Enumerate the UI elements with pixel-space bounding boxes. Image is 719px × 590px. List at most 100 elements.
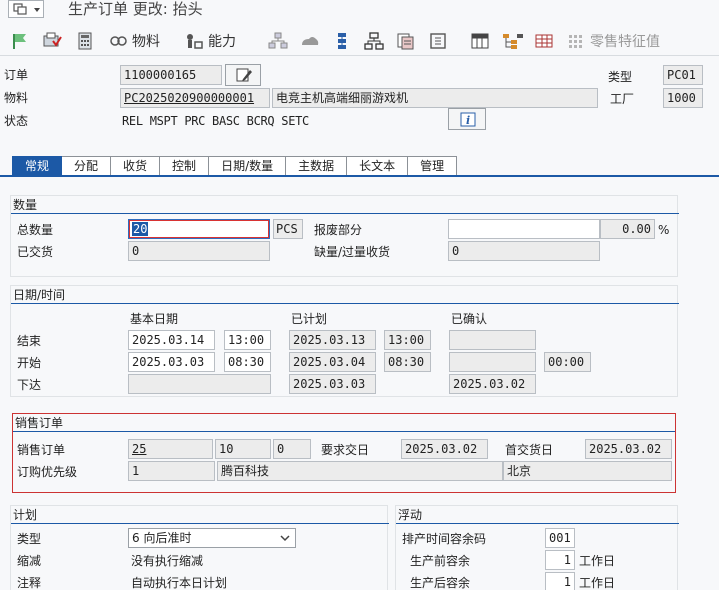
type-label: 类型 bbox=[608, 70, 633, 84]
start-basic-time-input[interactable]: 08:30 bbox=[224, 352, 271, 372]
object-button[interactable] bbox=[428, 30, 448, 52]
tab-dates-quantities[interactable]: 日期/数量 bbox=[209, 156, 287, 176]
start-scheduled-time: 08:30 bbox=[384, 352, 431, 372]
confirmed-header: 已确认 bbox=[451, 312, 488, 326]
scheduling-group-title: 计划 bbox=[13, 508, 38, 522]
documents-button[interactable] bbox=[396, 30, 416, 52]
float-before-label: 生产前容余 bbox=[410, 554, 471, 568]
required-date-label: 要求交日 bbox=[321, 443, 370, 457]
object-icon bbox=[430, 33, 446, 49]
scheduling-type-label: 类型 bbox=[17, 532, 42, 546]
float-after-input[interactable]: 1 bbox=[545, 572, 575, 590]
application-toolbar: 物料 能力 零售特征值 bbox=[0, 26, 719, 56]
chevron-down-icon bbox=[280, 535, 290, 542]
structure-icon bbox=[503, 34, 523, 49]
schedule-line: 0 bbox=[273, 439, 311, 459]
scheduled-header: 已计划 bbox=[291, 312, 328, 326]
percent-sign: % bbox=[658, 223, 670, 237]
shortage-excess-field: 0 bbox=[448, 241, 600, 261]
order-number-field[interactable]: 1100000165 bbox=[120, 65, 222, 85]
capacity-label: 能力 bbox=[208, 34, 236, 50]
order-priority-field: 1 bbox=[128, 461, 215, 481]
start-scheduled-date: 2025.03.04 bbox=[289, 352, 376, 372]
order-label: 订单 bbox=[4, 68, 29, 82]
tab-underline bbox=[0, 175, 719, 177]
note-label: 注释 bbox=[17, 576, 42, 590]
end-basic-date-input[interactable]: 2025.03.14 bbox=[128, 330, 215, 350]
material-label: 物料 bbox=[4, 91, 29, 105]
material-label: 物料 bbox=[132, 34, 160, 50]
scheduling-group: 计划 类型 6 向后准时 缩减 没有执行缩减 注释 自动执行本日计划 bbox=[10, 505, 389, 590]
edit-icon bbox=[236, 68, 252, 82]
cloud-icon bbox=[302, 37, 319, 45]
tab-strip: 常规 分配 收货 控制 日期/数量 主数据 长文本 管理 bbox=[12, 156, 458, 176]
reduction-value: 没有执行缩减 bbox=[131, 554, 204, 568]
status-info-button[interactable]: i bbox=[448, 108, 486, 130]
note-value: 自动执行本日计划 bbox=[131, 576, 228, 590]
release-scheduled-date: 2025.03.03 bbox=[289, 374, 376, 394]
end-label: 结束 bbox=[17, 334, 42, 348]
grid-icon bbox=[535, 34, 553, 48]
plant-label: 工厂 bbox=[610, 92, 635, 106]
scrap-portion-input[interactable] bbox=[448, 219, 600, 239]
release-label: 下达 bbox=[17, 378, 42, 392]
capacity-button[interactable]: 能力 bbox=[184, 30, 236, 52]
scrap-portion-label: 报废部分 bbox=[314, 223, 363, 237]
operations-icon bbox=[338, 33, 346, 49]
flag-icon bbox=[13, 34, 26, 49]
sales-order-item: 10 bbox=[215, 439, 271, 459]
quantity-group-title: 数量 bbox=[13, 198, 38, 212]
tab-assignment[interactable]: 分配 bbox=[62, 156, 112, 176]
svg-text:i: i bbox=[466, 114, 470, 127]
tab-administration[interactable]: 管理 bbox=[408, 156, 458, 176]
tab-control[interactable]: 控制 bbox=[160, 156, 210, 176]
release-basic-field bbox=[128, 374, 271, 394]
start-basic-date-input[interactable]: 2025.03.03 bbox=[128, 352, 215, 372]
dates-group-title: 日期/时间 bbox=[13, 288, 66, 302]
operations-button[interactable] bbox=[334, 30, 350, 52]
material-button[interactable]: 物料 bbox=[108, 30, 160, 52]
cloud-button[interactable] bbox=[300, 30, 320, 52]
system-menu-button[interactable] bbox=[8, 0, 44, 18]
delivered-field: 0 bbox=[128, 241, 270, 261]
scheduling-type-select[interactable]: 6 向后准时 bbox=[128, 528, 296, 548]
plant-field: 1000 bbox=[663, 88, 703, 108]
basic-date-header: 基本日期 bbox=[130, 312, 179, 326]
tab-long-text[interactable]: 长文本 bbox=[347, 156, 409, 176]
shortage-excess-label: 缺量/过量收货 bbox=[314, 245, 391, 259]
end-scheduled-date: 2025.03.13 bbox=[289, 330, 376, 350]
network-button[interactable] bbox=[364, 30, 384, 52]
grid-button[interactable] bbox=[534, 30, 554, 52]
tab-goods-receipt[interactable]: 收货 bbox=[111, 156, 161, 176]
hierarchy-button[interactable] bbox=[268, 30, 288, 52]
sales-order-number[interactable]: 25 bbox=[128, 439, 213, 459]
flag-button[interactable] bbox=[10, 30, 28, 52]
customer-city-field: 北京 bbox=[503, 461, 672, 481]
end-confirmed-date bbox=[449, 330, 536, 350]
end-basic-time-input[interactable]: 13:00 bbox=[224, 330, 271, 350]
start-confirmed-date bbox=[449, 352, 536, 372]
structure-button[interactable] bbox=[502, 30, 524, 52]
required-date-field: 2025.03.02 bbox=[401, 439, 488, 459]
sched-margin-key-input[interactable]: 001 bbox=[545, 528, 575, 548]
calculator-button[interactable] bbox=[76, 30, 94, 52]
float-group: 浮动 排产时间容余码 001 生产前容余 1 工作日 生产后容余 1 工作日 bbox=[395, 505, 679, 590]
total-quantity-input[interactable]: 20 bbox=[128, 219, 270, 239]
tab-general[interactable]: 常规 bbox=[12, 156, 63, 176]
capacity-icon bbox=[187, 34, 203, 49]
display-button[interactable] bbox=[42, 30, 62, 52]
sales-order-group-title: 销售订单 bbox=[15, 416, 64, 430]
float-before-input[interactable]: 1 bbox=[545, 550, 575, 570]
table-button[interactable] bbox=[470, 30, 490, 52]
printer-check-icon bbox=[43, 32, 62, 47]
retail-characteristics-button[interactable]: 零售特征值 bbox=[568, 30, 660, 52]
material-number-field[interactable]: PC2025020900000001 bbox=[120, 88, 270, 108]
network-icon bbox=[364, 32, 384, 50]
scheduling-type-value: 6 向后准时 bbox=[132, 531, 192, 545]
tab-master-data[interactable]: 主数据 bbox=[286, 156, 348, 176]
edit-order-button[interactable] bbox=[225, 64, 261, 86]
group-divider bbox=[11, 303, 679, 304]
delivered-label: 已交货 bbox=[17, 245, 54, 259]
hierarchy-icon bbox=[268, 32, 288, 49]
material-icon bbox=[110, 36, 127, 46]
